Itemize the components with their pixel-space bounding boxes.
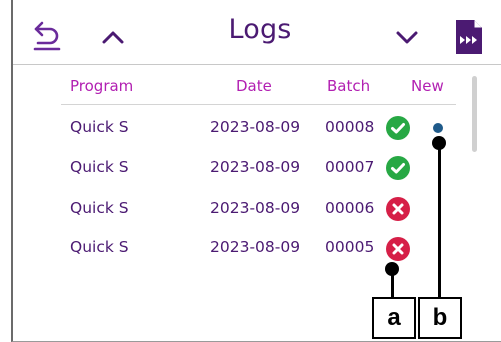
row-program: Quick S [70,199,129,217]
row-date: 2023-08-09 [210,238,301,256]
column-header-date[interactable]: Date [236,77,272,95]
table-row[interactable]: Quick S 2023-08-09 00005 [0,237,480,278]
new-indicator-dot [433,123,443,133]
row-batch: 00008 [325,118,375,136]
page-title: Logs [228,14,292,45]
column-header-batch[interactable]: Batch [327,77,370,95]
column-header-new[interactable]: New [411,77,444,95]
column-header-divider [61,104,456,105]
back-button[interactable] [32,20,62,52]
callout-label-b: b [418,297,462,339]
row-batch: 00006 [325,199,375,217]
row-date: 2023-08-09 [210,118,301,136]
row-batch: 00005 [325,238,375,256]
table-row[interactable]: Quick S 2023-08-09 00006 [0,197,480,239]
chevron-down-icon [396,31,418,44]
row-batch: 00007 [325,158,375,176]
check-circle-icon [386,156,410,180]
row-program: Quick S [70,118,129,136]
table-row[interactable]: Quick S 2023-08-09 00007 [0,156,480,198]
chevron-up-icon [102,31,124,44]
header-divider [13,64,501,65]
callout-b-leader [438,144,441,298]
column-header-program[interactable]: Program [70,77,133,95]
row-date: 2023-08-09 [210,158,301,176]
export-file-icon [456,20,482,54]
callout-a-leader [391,270,394,298]
back-arrow-icon [33,21,61,51]
row-program: Quick S [70,158,129,176]
scroll-up-button[interactable] [98,24,128,50]
check-circle-icon [386,116,410,140]
x-circle-icon [386,197,410,221]
scrollbar-thumb[interactable] [472,76,477,152]
callout-label-a: a [372,297,416,339]
row-program: Quick S [70,238,129,256]
row-date: 2023-08-09 [210,199,301,217]
table-row[interactable]: Quick S 2023-08-09 00008 [0,116,480,158]
scroll-down-button[interactable] [392,24,422,50]
export-button[interactable] [455,19,483,55]
x-circle-icon [386,237,410,261]
